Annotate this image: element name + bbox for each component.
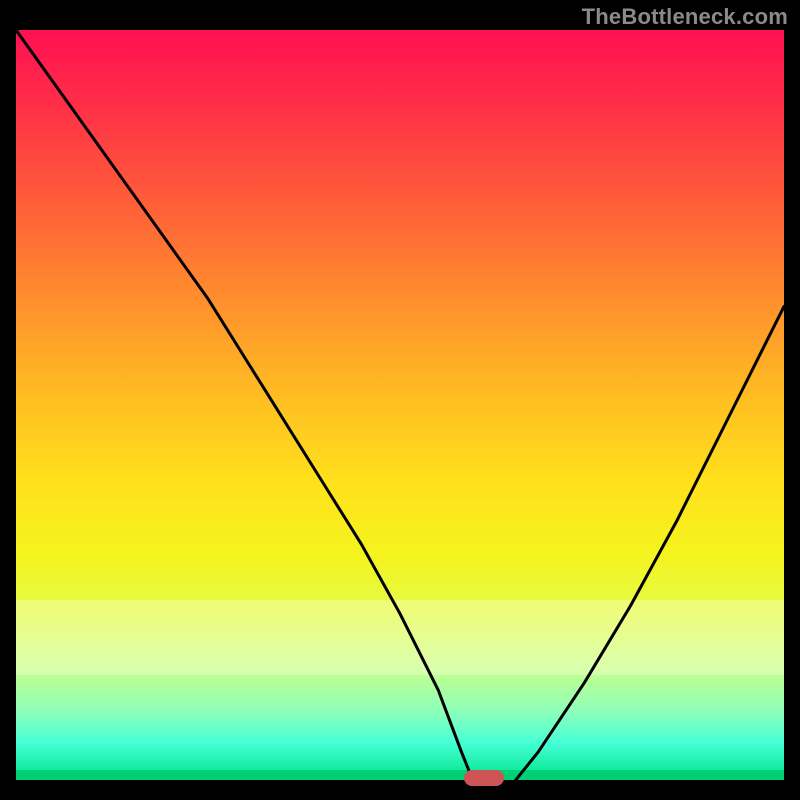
watermark-label: TheBottleneck.com (582, 4, 788, 30)
chart-stage: TheBottleneck.com (0, 0, 800, 800)
optimal-marker (464, 770, 504, 786)
plot-area (16, 30, 784, 780)
bottleneck-curve (16, 30, 784, 798)
